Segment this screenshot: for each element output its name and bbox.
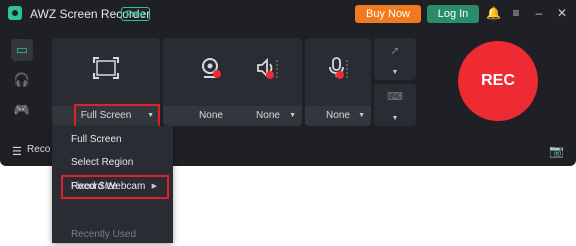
menu-item-fixed-size-label: Fixed Size (71, 181, 118, 192)
microphone-dropdown[interactable]: None ▼ (305, 106, 371, 126)
bell-icon[interactable]: 🔔 (486, 6, 501, 20)
cursor-effect-button[interactable]: ➚ ▼ (374, 38, 416, 80)
system-audio-panel[interactable]: None ▼ (234, 38, 302, 126)
chevron-down-icon: ▼ (391, 115, 399, 122)
camera-icon[interactable]: 📷 (549, 144, 564, 158)
log-in-button[interactable]: Log In (427, 5, 479, 23)
title-bar: AWZ Screen Recorder Free Buy Now Log In … (0, 0, 576, 28)
microphone-dropdown-value: None (326, 110, 350, 121)
menu-item-fixed-size[interactable]: Fixed Size ▶ (61, 175, 169, 199)
minimize-icon[interactable]: – (532, 6, 546, 20)
microphone-icon (305, 56, 371, 85)
cursor-icon: ➚ (390, 45, 400, 57)
keyboard-icon: ⌨ (387, 91, 403, 103)
menu-item-select-region[interactable]: Select Region (52, 152, 173, 174)
screen-region-icon (52, 56, 160, 85)
system-audio-dropdown[interactable]: None ▼ (234, 106, 302, 126)
chevron-down-icon: ▼ (358, 112, 365, 119)
speaker-icon (234, 56, 302, 85)
list-icon[interactable]: ☰ (12, 145, 22, 158)
rec-button[interactable]: REC (458, 41, 538, 121)
gamepad-icon[interactable]: 🎮 (11, 99, 33, 121)
menu-item-full-screen[interactable]: Full Screen (52, 129, 173, 151)
webcam-dropdown-value: None (199, 110, 223, 121)
chevron-down-icon: ▼ (391, 69, 399, 76)
microphone-panel[interactable]: None ▼ (305, 38, 371, 126)
system-audio-dropdown-value: None (256, 110, 280, 121)
screen-dropdown-highlight (74, 104, 160, 129)
chevron-down-icon: ▼ (289, 112, 296, 119)
logo-icon (8, 6, 22, 20)
headphones-icon[interactable]: 🎧 (11, 69, 33, 91)
close-icon[interactable]: ✕ (555, 6, 569, 20)
menu-icon[interactable]: ≡ (509, 6, 523, 20)
recordings-label[interactable]: Reco (27, 144, 50, 155)
monitor-icon[interactable]: ▭ (11, 39, 33, 61)
chevron-right-icon: ▶ (151, 183, 157, 190)
free-badge: Free (121, 7, 151, 21)
keystroke-button[interactable]: ⌨ ▼ (374, 84, 416, 126)
buy-now-button[interactable]: Buy Now (355, 5, 421, 23)
